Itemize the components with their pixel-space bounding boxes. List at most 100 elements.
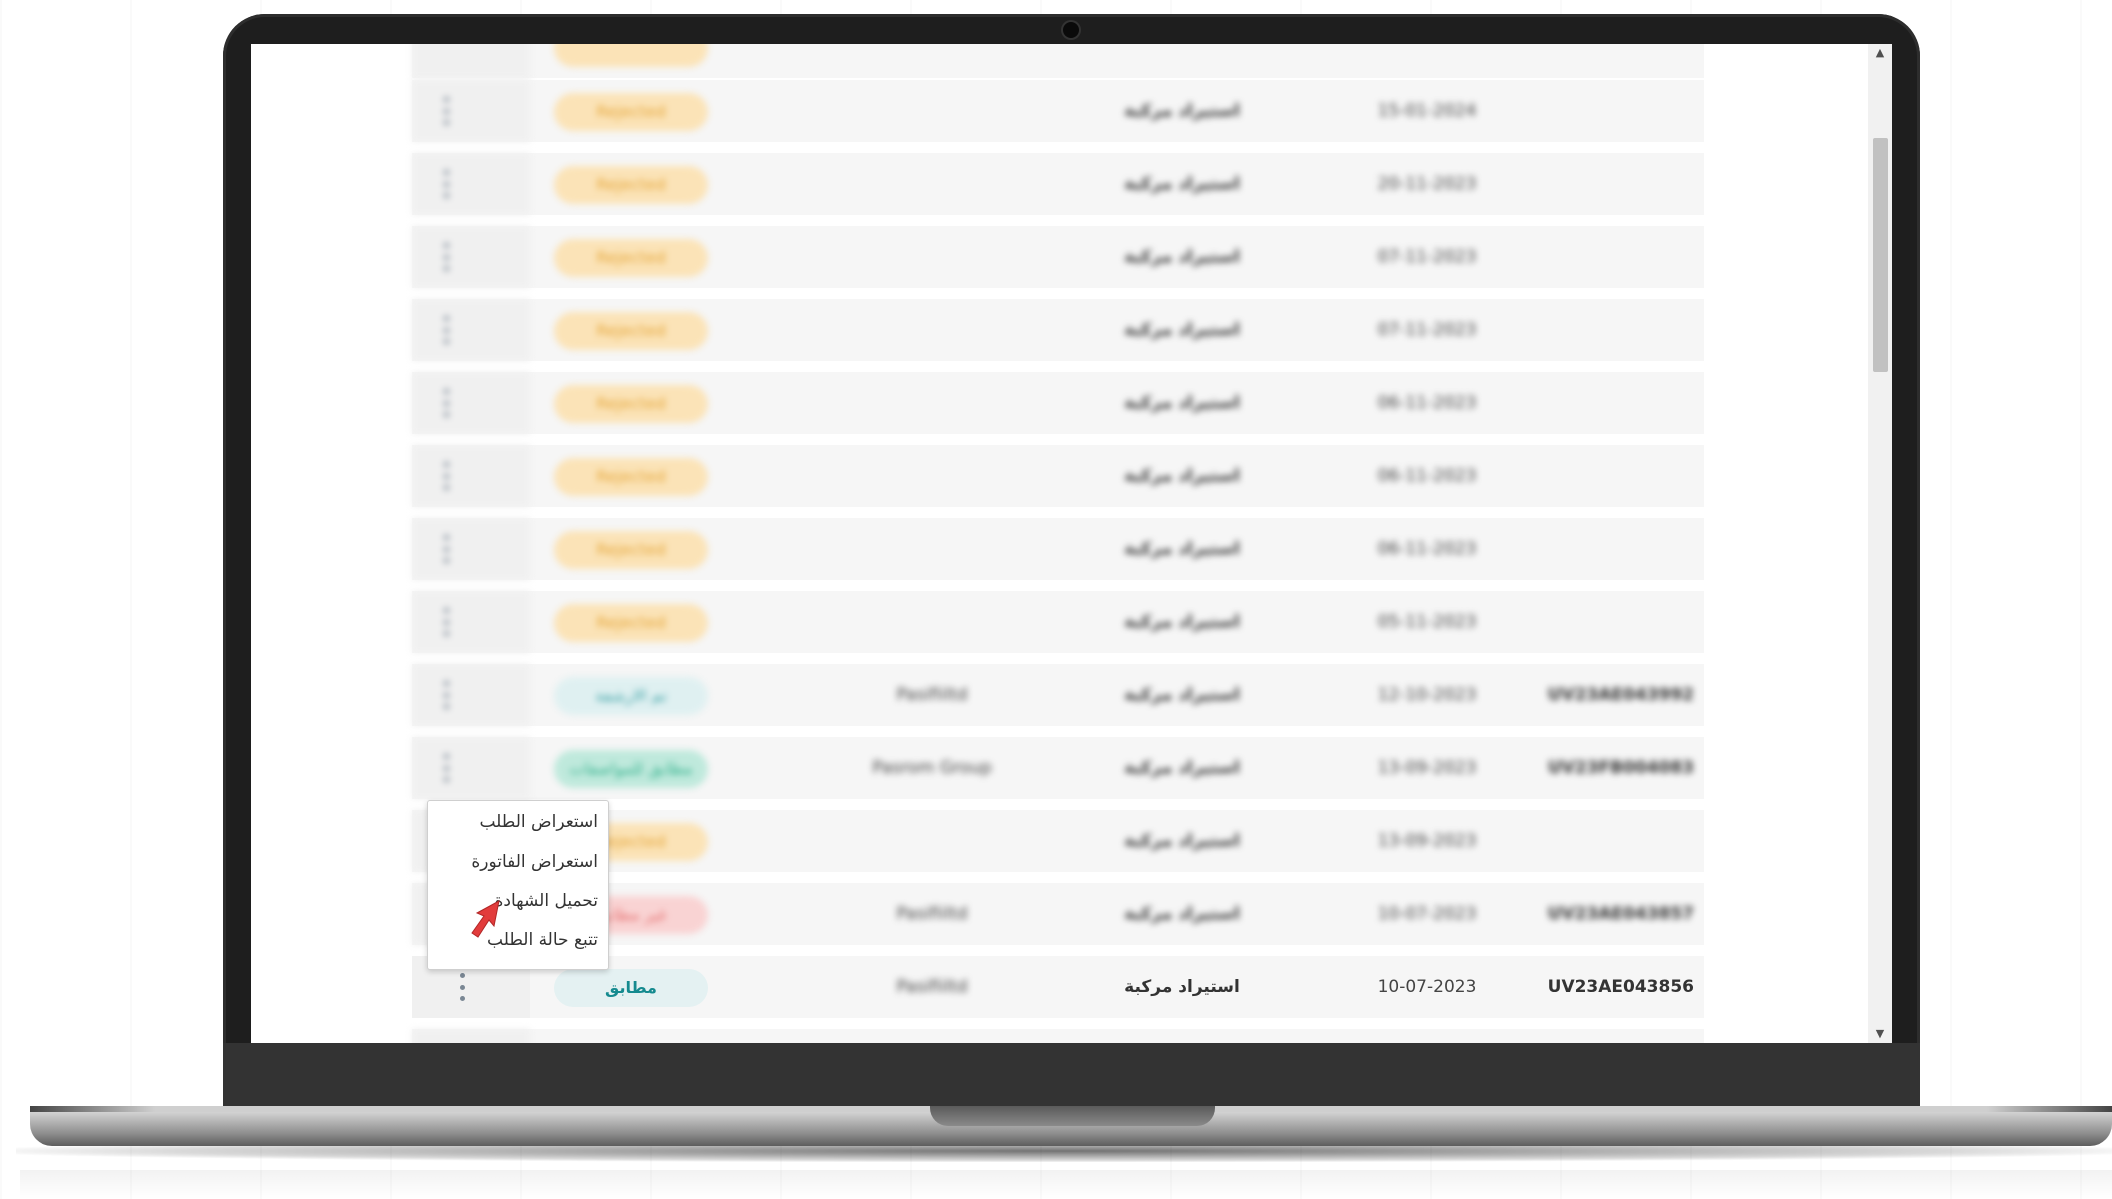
request-date: 06-11-2023 xyxy=(1377,539,1477,559)
request-date: 07-11-2023 xyxy=(1377,247,1477,267)
request-id[interactable] xyxy=(1512,226,1694,288)
status-badge xyxy=(554,44,708,67)
request-id[interactable] xyxy=(1512,810,1694,872)
more-options-icon[interactable] xyxy=(442,608,450,636)
request-type: استيراد مركبة xyxy=(1124,174,1240,194)
request-type: استيراد مركبة xyxy=(1124,977,1240,997)
table-row-partial xyxy=(412,1029,1704,1043)
status-cell: Rejected xyxy=(554,591,708,653)
applicant-name xyxy=(832,518,1032,580)
menu-item-view-request[interactable]: استعراض الطلب xyxy=(479,807,598,837)
status-badge: تم الارشفة xyxy=(554,677,708,715)
menu-item-download-certificate[interactable]: تحميل الشهادة xyxy=(494,886,598,916)
request-type: استيراد مركبة xyxy=(1124,247,1240,267)
applicant-name xyxy=(832,226,1032,288)
more-options-icon[interactable] xyxy=(442,681,450,709)
applicant-name: Pasifiiltd xyxy=(896,685,968,705)
table-row: Rejected استيراد مركبة 06-11-2023 xyxy=(412,372,1704,444)
table-row: Rejected استيراد مركبة 07-11-2023 xyxy=(412,299,1704,371)
request-date: 10-07-2023 xyxy=(1377,977,1477,997)
applicant-name xyxy=(832,372,1032,434)
applicant-name xyxy=(832,591,1032,653)
status-cell: Rejected xyxy=(554,372,708,434)
more-options-icon[interactable] xyxy=(442,243,450,271)
request-id[interactable]: UV23FB004083 xyxy=(1512,737,1694,799)
scroll-thumb[interactable] xyxy=(1873,138,1888,372)
status-cell: Rejected xyxy=(554,518,708,580)
status-badge: مطابق للمواصفات xyxy=(554,750,708,788)
status-cell: Rejected xyxy=(554,80,708,142)
table-row: تم الارشفة Pasifiiltd استيراد مركبة 12-10-2… xyxy=(412,664,1704,736)
request-type: استيراد مركبة xyxy=(1124,831,1240,851)
row-action-cell xyxy=(412,591,530,653)
request-type: استيراد مركبة xyxy=(1124,758,1240,778)
more-options-icon[interactable] xyxy=(442,535,450,563)
request-date: 10-07-2023 xyxy=(1377,904,1477,924)
request-id[interactable]: UV23AE043856 xyxy=(1512,956,1694,1018)
row-action-cell xyxy=(412,664,530,726)
request-id[interactable]: UV23AE043857 xyxy=(1512,883,1694,945)
more-options-icon[interactable] xyxy=(458,973,466,1001)
request-date: 05-11-2023 xyxy=(1377,612,1477,632)
table-row: Rejected استيراد مركبة 07-11-2023 xyxy=(412,226,1704,298)
request-id[interactable] xyxy=(1512,80,1694,142)
table-row: Rejected استيراد مركبة 06-11-2023 xyxy=(412,518,1704,590)
request-type: استيراد مركبة xyxy=(1124,685,1240,705)
more-options-icon[interactable] xyxy=(442,316,450,344)
request-id[interactable] xyxy=(1512,445,1694,507)
request-type: استيراد مركبة xyxy=(1124,466,1240,486)
request-type: استيراد مركبة xyxy=(1124,539,1240,559)
vertical-scrollbar[interactable]: ▲ ▼ xyxy=(1868,44,1892,1043)
row-action-cell xyxy=(412,226,530,288)
menu-item-track-request[interactable]: تتبع حالة الطلب xyxy=(487,925,598,955)
request-date: 15-01-2024 xyxy=(1377,101,1477,121)
row-action-cell xyxy=(412,737,530,799)
status-badge: Rejected xyxy=(554,604,708,642)
request-id[interactable]: UV23AE043992 xyxy=(1512,664,1694,726)
request-id[interactable] xyxy=(1512,591,1694,653)
status-cell: Rejected xyxy=(554,445,708,507)
request-id[interactable] xyxy=(1512,372,1694,434)
applicant-name xyxy=(832,445,1032,507)
request-date: 13-09-2023 xyxy=(1377,758,1477,778)
applicant-name: Pasrom Group xyxy=(872,758,992,778)
applicant-name: Pasifiiltd xyxy=(896,904,968,924)
more-options-icon[interactable] xyxy=(442,389,450,417)
menu-item-view-invoice[interactable]: استعراض الفاتورة xyxy=(471,847,598,877)
applicant-name xyxy=(832,810,1032,872)
status-cell: تم الارشفة xyxy=(554,664,708,726)
pointer-arrow-icon xyxy=(471,900,500,938)
request-type: استيراد مركبة xyxy=(1124,101,1240,121)
reflection xyxy=(20,1170,2112,1199)
scroll-down-icon[interactable]: ▼ xyxy=(1868,1025,1892,1043)
scroll-up-icon[interactable]: ▲ xyxy=(1868,44,1892,62)
request-id[interactable] xyxy=(1512,518,1694,580)
status-cell: مطابق للمواصفات xyxy=(554,737,708,799)
request-date: 07-11-2023 xyxy=(1377,320,1477,340)
row-action-cell xyxy=(412,44,530,78)
more-options-icon[interactable] xyxy=(442,170,450,198)
status-cell: Rejected xyxy=(554,226,708,288)
request-id[interactable] xyxy=(1512,153,1694,215)
more-options-icon[interactable] xyxy=(442,754,450,782)
applicant-name: Pasifiiltd xyxy=(896,977,968,997)
request-id[interactable] xyxy=(1512,299,1694,361)
status-badge: مطابق xyxy=(554,969,708,1007)
row-action-cell xyxy=(412,299,530,361)
status-cell: Rejected xyxy=(554,153,708,215)
status-badge: Rejected xyxy=(554,385,708,423)
table-row: Rejected استيراد مركبة 06-11-2023 xyxy=(412,445,1704,517)
status-badge: Rejected xyxy=(554,166,708,204)
more-options-icon[interactable] xyxy=(442,97,450,125)
status-cell xyxy=(554,44,708,78)
table-row: Rejected استيراد مركبة 20-11-2023 xyxy=(412,153,1704,225)
request-date: 20-11-2023 xyxy=(1377,174,1477,194)
more-options-icon[interactable] xyxy=(442,462,450,490)
status-cell: Rejected xyxy=(554,299,708,361)
status-badge: Rejected xyxy=(554,312,708,350)
request-date: 13-09-2023 xyxy=(1377,831,1477,851)
request-type: استيراد مركبة xyxy=(1124,393,1240,413)
row-actions-menu: استعراض الطلب استعراض الفاتورة تحميل الش… xyxy=(427,800,609,970)
request-type: استيراد مركبة xyxy=(1124,320,1240,340)
table-row: Rejected استيراد مركبة 05-11-2023 xyxy=(412,591,1704,663)
